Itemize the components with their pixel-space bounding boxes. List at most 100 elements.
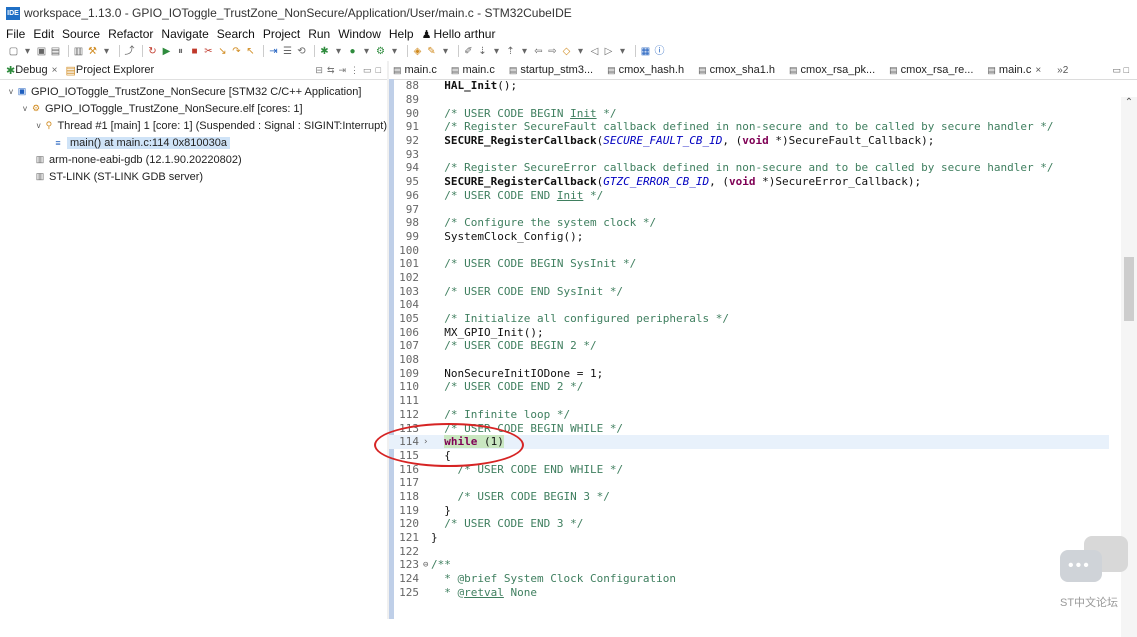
c-file-icon: ▤ [987,64,996,75]
tree-node[interactable]: ▥ arm-none-eabi-gdb (12.1.90.20220802) [0,151,387,168]
restart-icon[interactable]: ↻ [147,46,158,57]
h-file-icon: ▤ [698,64,707,75]
step-return-icon[interactable]: ↖ [245,46,256,57]
menu-run[interactable]: Run [308,27,330,41]
information-icon[interactable]: ⓘ [654,46,665,57]
scrollbar-thumb[interactable] [1124,257,1134,321]
menu-edit[interactable]: Edit [33,27,54,41]
close-icon[interactable]: × [1035,65,1041,76]
close-icon[interactable]: × [52,65,58,76]
search-icon[interactable]: ✎ [426,46,437,57]
search-dropdown-icon[interactable]: ▾ [440,46,451,57]
save-all-icon[interactable]: ▤ [50,46,61,57]
editor-tab[interactable]: ▤ main.c [451,64,495,76]
editor-tab[interactable]: ▤ startup_stm3... [509,64,593,76]
view-menu-icon[interactable]: ⋮ [350,65,359,76]
menu-search[interactable]: Search [217,27,255,41]
debug-icon[interactable]: ✱ [319,46,330,57]
forward-icon[interactable]: ⇨ [547,46,558,57]
build-dropdown-icon[interactable]: ▾ [101,46,112,57]
editor-tab-active[interactable]: ▤ main.c × [987,64,1042,76]
disconnect-icon[interactable]: ✂ [203,46,214,57]
editor-tab[interactable]: ▤ cmox_rsa_pk... [789,64,875,76]
navigate-dropdown-icon[interactable]: ▾ [617,46,628,57]
collapse-all-icon[interactable]: ⊟ [315,65,323,76]
open-type-icon[interactable]: ◈ [412,46,423,57]
previous-annotation-icon[interactable]: ⇡ [505,46,516,57]
code-line: 88 HAL_Init(); [389,79,1109,93]
previous-annotation-dropdown-icon[interactable]: ▾ [519,46,530,57]
editor-tab[interactable]: ▤ cmox_sha1.h [698,64,775,76]
run-icon[interactable]: ● [347,46,358,57]
new-icon[interactable]: ▢ [8,46,19,57]
editor-tab[interactable]: ▤ main.c [393,64,437,76]
resume-icon[interactable]: ▶ [161,46,172,57]
next-annotation-icon[interactable]: ⇣ [477,46,488,57]
menu-help[interactable]: Help [389,27,414,41]
line-text: /* USER CODE END SysInit */ [444,284,624,298]
external-tools-icon[interactable]: ⚙ [375,46,386,57]
tree-node-selected[interactable]: ≡ main() at main.c:114 0x810030a [0,134,387,151]
h-file-icon: ▤ [789,64,798,75]
editor-tab[interactable]: ▤ cmox_rsa_re... [889,64,973,76]
next-annotation-dropdown-icon[interactable]: ▾ [491,46,502,57]
maximize-icon[interactable]: □ [376,65,381,75]
user-menu[interactable]: ♟ Hello arthur [422,27,496,41]
chevron-down-icon[interactable]: v [6,87,16,96]
menu-source[interactable]: Source [62,27,100,41]
tree-node[interactable]: v ⚙ GPIO_IOToggle_TrustZone_NonSecure.el… [0,100,387,117]
step-filters-icon[interactable]: ⇥ [339,65,347,76]
code-area[interactable]: 88 HAL_Init(); 89 90 /* USER CODE BEGIN … [389,79,1137,637]
reset-chip-icon[interactable]: ⟲ [296,46,307,57]
link-editor-icon[interactable]: ⇆ [327,65,335,76]
code-line: 121} [389,531,1109,545]
navigate-back-icon[interactable]: ◁ [589,46,600,57]
tree-node-label: GPIO_IOToggle_TrustZone_NonSecure.elf [c… [45,102,303,115]
instruction-stepping-icon[interactable]: ⇥ [268,46,279,57]
tree-node[interactable]: v ⚲ Thread #1 [main] 1 [core: 1] (Suspen… [0,117,387,134]
build-icon[interactable]: ⚒ [87,46,98,57]
code-line: 120 /* USER CODE END 3 */ [389,517,1109,531]
suspend-icon[interactable]: ⏸ [175,46,186,57]
navigate-forward-icon[interactable]: ▷ [603,46,614,57]
menu-refactor[interactable]: Refactor [108,27,153,41]
step-into-icon[interactable]: ↘ [217,46,228,57]
run-dropdown-icon[interactable]: ▾ [361,46,372,57]
editor-tab[interactable]: ▤ cmox_hash.h [607,64,684,76]
step-over-icon[interactable]: ↷ [231,46,242,57]
chevron-up-icon[interactable]: ⌃ [1121,97,1137,111]
last-edit-icon[interactable]: ◇ [561,46,572,57]
tree-node[interactable]: v ▣ GPIO_IOToggle_TrustZone_NonSecure [S… [0,83,387,100]
terminate-icon[interactable]: ■ [189,46,200,57]
debug-dropdown-icon[interactable]: ▾ [333,46,344,57]
tab-debug[interactable]: ✱ Debug × [6,64,57,77]
chevron-down-icon[interactable]: v [20,104,30,113]
menu-navigate[interactable]: Navigate [161,27,208,41]
last-edit-dropdown-icon[interactable]: ▾ [575,46,586,57]
annotation-icon[interactable]: ✐ [463,46,474,57]
minimize-icon[interactable]: ▭ [363,65,372,76]
external-tools-dropdown-icon[interactable]: ▾ [389,46,400,57]
save-icon[interactable]: ▣ [36,46,47,57]
toggle-view-icon[interactable]: ☰ [282,46,293,57]
back-icon[interactable]: ⇦ [533,46,544,57]
open-perspective-icon[interactable]: ▦ [640,46,651,57]
new-dropdown-icon[interactable]: ▾ [22,46,33,57]
code-line: 112 /* Infinite loop */ [389,408,1109,422]
minimize-icon[interactable]: ▭ [1113,65,1122,75]
code-line: 107 /* USER CODE BEGIN 2 */ [389,339,1109,353]
menu-window[interactable]: Window [338,27,381,41]
tab-project-explorer[interactable]: ▤ Project Explorer [65,64,154,77]
tree-node-label: GPIO_IOToggle_TrustZone_NonSecure [STM32… [31,85,362,98]
skip-breakpoints-icon[interactable]: ⤴ [124,46,135,57]
maximize-icon[interactable]: □ [1124,65,1129,75]
line-number: 90 [405,106,419,120]
chevron-down-icon[interactable]: v [34,121,43,130]
fold-toggle-icon[interactable]: ⊖ [423,560,431,570]
menu-project[interactable]: Project [263,27,300,41]
tree-node[interactable]: ▥ ST-LINK (ST-LINK GDB server) [0,168,387,185]
gdb-icon: ▥ [35,154,45,164]
tab-overflow-button[interactable]: »2 [1057,65,1068,76]
menu-file[interactable]: File [6,27,25,41]
print-icon[interactable]: ▥ [73,46,84,57]
